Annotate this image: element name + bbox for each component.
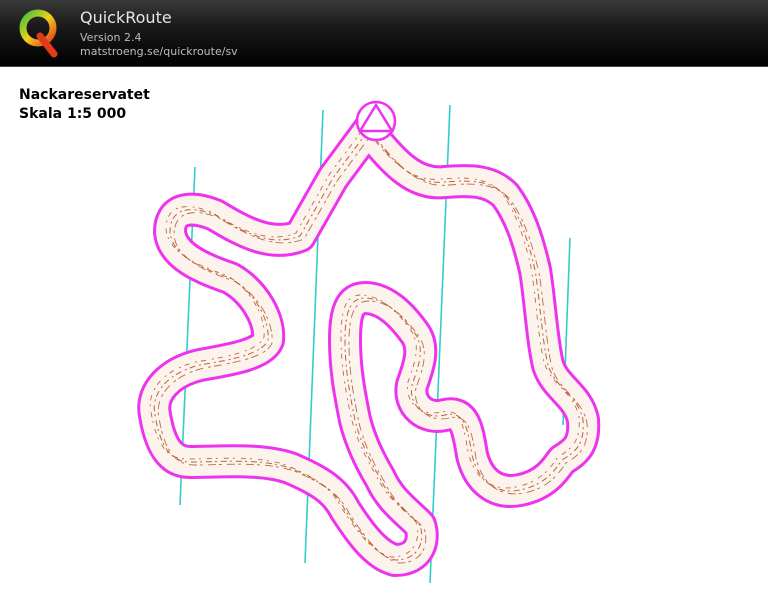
app-title: QuickRoute: [80, 8, 172, 27]
start-control-icon: [355, 100, 397, 142]
app-header: QuickRoute Version 2.4 matstroeng.se/qui…: [0, 0, 768, 67]
route-map[interactable]: [0, 66, 768, 614]
quickroute-logo-icon: [19, 9, 58, 58]
app-url-link[interactable]: matstroeng.se/quickroute/sv: [80, 45, 238, 58]
route-corridor: [137, 103, 601, 577]
app-version: Version 2.4: [80, 31, 142, 44]
